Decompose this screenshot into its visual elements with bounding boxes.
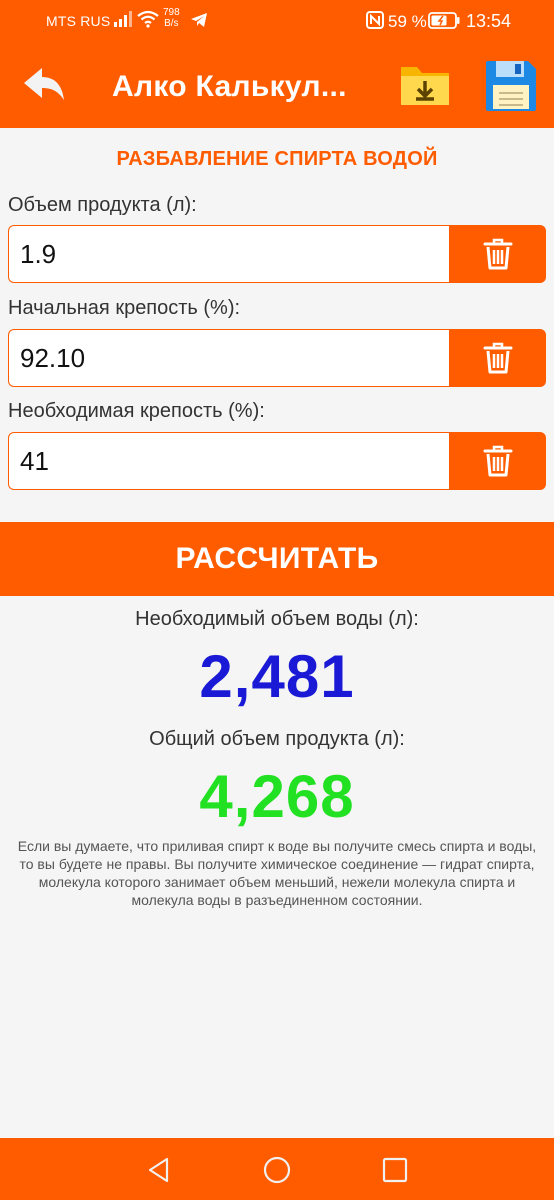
back-button[interactable] — [22, 66, 66, 106]
product-volume-input[interactable] — [8, 225, 449, 283]
water-volume-label: Необходимый объем воды (л): — [135, 608, 419, 630]
circle-home-icon — [263, 1156, 291, 1184]
target-strength-row — [8, 432, 546, 490]
carrier-name: MTS RUS — [46, 13, 111, 29]
total-volume-value: 4,268 — [199, 763, 355, 830]
wifi-icon — [137, 10, 159, 28]
initial-strength-input[interactable] — [8, 329, 449, 387]
total-volume-label: Общий объем продукта (л): — [149, 728, 405, 750]
product-volume-label: Объем продукта (л): — [8, 194, 197, 216]
nav-recent-button[interactable] — [380, 1155, 410, 1185]
status-bar: MTS RUS 798 B/s 59 % 13:54 — [0, 0, 554, 44]
battery-icon — [428, 12, 460, 29]
open-file-button[interactable] — [399, 59, 451, 111]
back-arrow-icon — [24, 68, 64, 100]
folder-download-icon — [401, 67, 449, 105]
info-text: Если вы думаете, что приливая спирт к во… — [17, 838, 537, 908]
clear-product-volume-button[interactable] — [449, 225, 546, 283]
trash-icon — [483, 445, 512, 477]
trash-icon — [483, 342, 512, 374]
nav-back-button[interactable] — [144, 1155, 174, 1185]
nfc-icon — [366, 11, 384, 29]
save-button[interactable] — [484, 59, 538, 113]
clock: 13:54 — [466, 11, 512, 31]
product-volume-row — [8, 225, 546, 283]
initial-strength-row — [8, 329, 546, 387]
system-nav-bar — [0, 1138, 554, 1200]
signal-icon — [114, 11, 132, 27]
floppy-disk-icon — [486, 61, 536, 111]
clear-target-strength-button[interactable] — [449, 432, 546, 490]
trash-icon — [483, 238, 512, 270]
network-speed: 798 B/s — [163, 7, 180, 29]
square-recent-icon — [382, 1157, 408, 1183]
clear-initial-strength-button[interactable] — [449, 329, 546, 387]
initial-strength-label: Начальная крепость (%): — [8, 297, 241, 319]
app-bar: Алко Калькул... — [0, 44, 554, 128]
calculate-button[interactable]: РАССЧИТАТЬ — [0, 522, 554, 596]
water-volume-value: 2,481 — [199, 643, 355, 710]
nav-home-button[interactable] — [262, 1155, 292, 1185]
triangle-back-icon — [148, 1157, 169, 1183]
app-title: Алко Калькул... — [112, 70, 347, 103]
target-strength-label: Необходимая крепость (%): — [8, 400, 265, 422]
app-header: MTS RUS 798 B/s 59 % 13:54 Алко Калькул.… — [0, 0, 554, 128]
telegram-icon — [191, 13, 207, 27]
battery-percent: 59 % — [388, 12, 427, 31]
target-strength-input[interactable] — [8, 432, 449, 490]
section-title: РАЗБАВЛЕНИЕ СПИРТА ВОДОЙ — [116, 148, 438, 170]
